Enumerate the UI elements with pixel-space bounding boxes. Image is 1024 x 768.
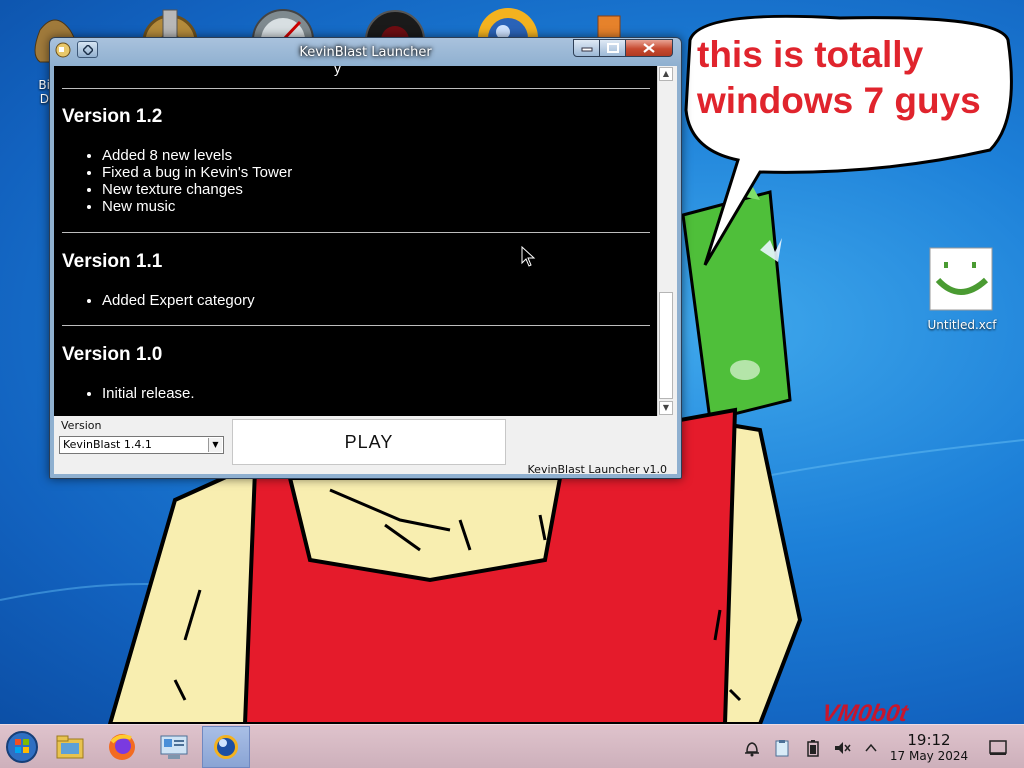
- changelog-list: Added Expert category: [62, 292, 255, 309]
- start-orb-icon: [6, 731, 38, 763]
- taskbar-file-manager[interactable]: [48, 726, 92, 768]
- taskbar: 19:12 17 May 2024: [0, 724, 1024, 768]
- maximize-button[interactable]: [599, 39, 626, 57]
- scroll-down-arrow-icon[interactable]: ▼: [659, 401, 673, 415]
- minimize-button[interactable]: [573, 39, 600, 57]
- changelog-item: Initial release.: [102, 385, 195, 402]
- divider: [62, 88, 650, 89]
- scrollbar-thumb[interactable]: [659, 292, 673, 399]
- maximize-icon: [606, 43, 619, 53]
- changelog-heading: Version 1.1: [62, 251, 163, 272]
- taskbar-kevinblast[interactable]: [202, 726, 250, 768]
- clipboard-icon[interactable]: [772, 738, 792, 758]
- close-button[interactable]: [625, 39, 673, 57]
- changelog-view[interactable]: y Version 1.2 Added 8 new levels Fixed a…: [54, 66, 657, 416]
- clock-time: 19:12: [907, 731, 951, 749]
- version-label: Version: [61, 419, 102, 432]
- changelog-item: New music: [102, 198, 292, 215]
- changelog-item: Added 8 new levels: [102, 147, 292, 164]
- changelog-item: Added Expert category: [102, 292, 255, 309]
- version-select[interactable]: KevinBlast 1.4.1 ▼: [59, 436, 224, 454]
- play-button[interactable]: PLAY: [232, 419, 506, 465]
- taskbar-firefox[interactable]: [100, 726, 144, 768]
- scroll-up-arrow-icon[interactable]: ▲: [659, 67, 673, 81]
- mouse-cursor-icon: [521, 246, 536, 267]
- system-settings-icon: [160, 735, 188, 759]
- firefox-icon: [109, 734, 135, 760]
- changelog-list: Initial release.: [62, 385, 195, 402]
- clock-date: 17 May 2024: [889, 749, 969, 763]
- divider: [62, 325, 650, 326]
- changelog-heading: Version 1.2: [62, 106, 163, 127]
- battery-icon[interactable]: [803, 738, 823, 758]
- truncated-text: y: [334, 66, 341, 76]
- file-manager-icon: [56, 735, 84, 759]
- launcher-client-area: y Version 1.2 Added 8 new levels Fixed a…: [54, 66, 677, 476]
- taskbar-clock[interactable]: 19:12 17 May 2024: [884, 731, 974, 764]
- close-icon: [643, 43, 655, 53]
- changelog-list: Added 8 new levels Fixed a bug in Kevin'…: [62, 147, 292, 215]
- speech-bubble-line-1: this is totally: [697, 34, 924, 75]
- changelog-item: New texture changes: [102, 181, 292, 198]
- show-desktop-icon[interactable]: [988, 738, 1008, 758]
- kevinblast-icon: [214, 735, 238, 759]
- window-titlebar[interactable]: KevinBlast Launcher: [50, 38, 681, 66]
- smiley-image-icon: [929, 247, 993, 311]
- launcher-window: KevinBlast Launcher y Version 1.2 Added …: [49, 37, 682, 479]
- watermark-text: VM0b0t: [819, 700, 910, 724]
- chevron-down-icon[interactable]: ▼: [208, 438, 222, 452]
- changelog-heading: Version 1.0: [62, 344, 163, 365]
- speech-bubble-line-2: windows 7 guys: [697, 80, 981, 121]
- launcher-version-text: KevinBlast Launcher v1.0: [527, 463, 667, 476]
- show-hidden-icons-chevron-up-icon[interactable]: [861, 738, 881, 758]
- minimize-icon: [581, 47, 592, 52]
- volume-muted-icon[interactable]: [832, 738, 852, 758]
- taskbar-system-settings[interactable]: [152, 726, 196, 768]
- changelog-scrollbar[interactable]: ▲ ▼: [657, 66, 674, 416]
- desktop-icon-label: Untitled.xcf: [927, 318, 997, 332]
- speech-bubble-text: this is totally windows 7 guys: [697, 32, 981, 124]
- changelog-item: Fixed a bug in Kevin's Tower: [102, 164, 292, 181]
- desktop-icon-untitled-xcf[interactable]: Untitled.xcf: [916, 318, 1008, 332]
- notifications-bell-icon[interactable]: [742, 738, 762, 758]
- version-select-value: KevinBlast 1.4.1: [63, 438, 152, 451]
- divider: [62, 232, 650, 233]
- start-button[interactable]: [0, 726, 44, 768]
